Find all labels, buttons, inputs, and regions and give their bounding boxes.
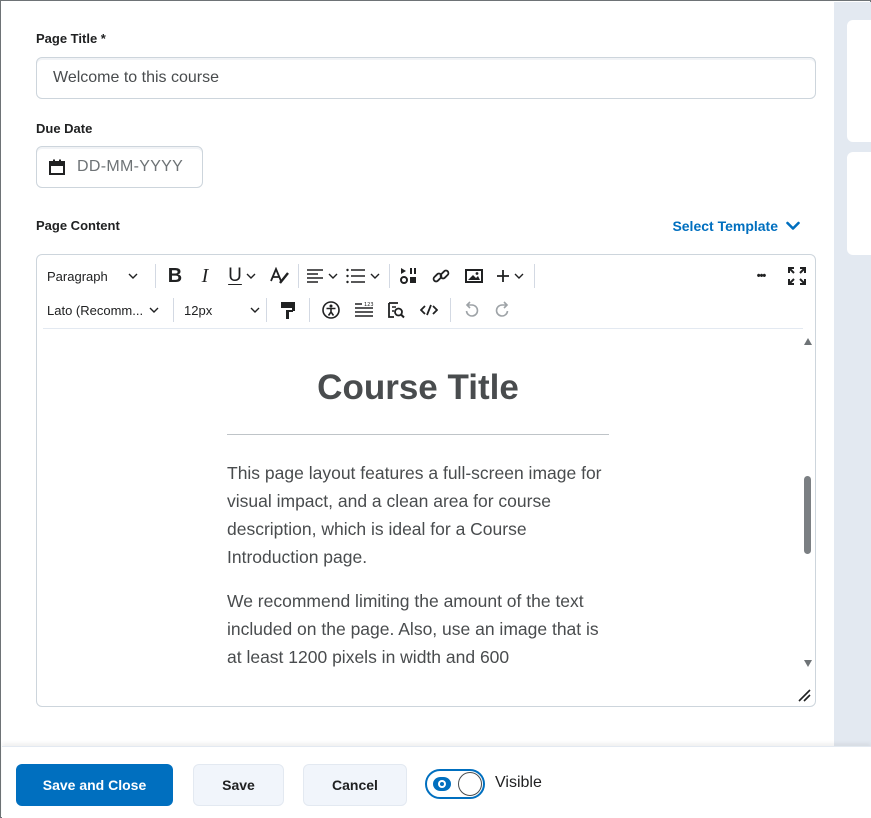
- editor-content[interactable]: Course Title This page layout features a…: [37, 330, 815, 706]
- editor-dialog: Page Title * Welcome to this course Due …: [0, 0, 871, 818]
- format-painter-icon[interactable]: [271, 294, 305, 326]
- toolbar-separator: [298, 264, 299, 288]
- format-select[interactable]: Paragraph: [37, 260, 151, 292]
- due-date-input[interactable]: DD-MM-YYYY: [36, 146, 203, 188]
- toolbar-separator: [534, 264, 535, 288]
- toolbar-divider: [43, 328, 803, 329]
- page-title-input[interactable]: Welcome to this course: [36, 57, 816, 99]
- chevron-down-icon: [328, 273, 338, 279]
- underline-label: U: [228, 265, 242, 286]
- rich-text-editor: Paragraph B I U ••• Lato (Recomm... 12px…: [36, 254, 816, 707]
- toolbar-separator: [173, 298, 174, 322]
- align-icon[interactable]: [303, 260, 341, 292]
- toolbar-separator: [389, 264, 390, 288]
- toggle-knob: [458, 772, 482, 796]
- due-date-placeholder: DD-MM-YYYY: [77, 158, 184, 175]
- size-select-label: 12px: [184, 302, 213, 318]
- source-code-icon[interactable]: [412, 294, 446, 326]
- undo-icon[interactable]: [455, 294, 487, 326]
- chevron-down-icon: [786, 221, 800, 230]
- cancel-button[interactable]: Cancel: [303, 764, 407, 806]
- heading-rule: [227, 434, 609, 435]
- chevron-down-icon: [250, 307, 260, 313]
- save-button[interactable]: Save: [193, 764, 284, 806]
- select-template-button[interactable]: Select Template: [672, 218, 800, 234]
- svg-text:123: 123: [364, 302, 374, 308]
- format-select-label: Paragraph: [47, 268, 108, 284]
- link-icon[interactable]: [424, 260, 458, 292]
- chevron-down-icon: [370, 273, 380, 279]
- font-select-label: Lato (Recomm...: [47, 302, 144, 318]
- scroll-up-arrow-icon[interactable]: [804, 338, 812, 345]
- toolbar-row-2: Lato (Recomm... 12px 123: [37, 292, 815, 328]
- resize-handle-icon[interactable]: [797, 688, 811, 702]
- due-date-label: Due Date: [36, 121, 93, 136]
- underline-button[interactable]: U: [220, 260, 264, 292]
- select-template-label: Select Template: [672, 218, 778, 234]
- bold-button[interactable]: B: [160, 260, 190, 292]
- calendar-icon: [49, 159, 65, 180]
- content-paragraph: This page layout features a full-screen …: [227, 463, 602, 567]
- toolbar-separator: [309, 298, 310, 322]
- list-icon[interactable]: [341, 260, 385, 292]
- chevron-down-icon: [246, 273, 256, 279]
- editor-scrollbar[interactable]: [801, 330, 815, 670]
- font-select[interactable]: Lato (Recomm...: [37, 294, 169, 326]
- italic-button[interactable]: I: [190, 260, 220, 292]
- scroll-thumb[interactable]: [804, 476, 811, 554]
- size-select[interactable]: 12px: [178, 294, 262, 326]
- chevron-down-icon: [128, 273, 138, 279]
- visible-label: Visible: [495, 774, 542, 791]
- content-paragraph: We recommend limiting the amount of the …: [227, 591, 599, 667]
- visibility-toggle[interactable]: [425, 769, 485, 799]
- redo-icon[interactable]: [487, 294, 519, 326]
- image-icon[interactable]: [458, 260, 490, 292]
- fullscreen-icon[interactable]: [779, 260, 815, 292]
- accessibility-icon[interactable]: [314, 294, 348, 326]
- content-heading: Course Title: [317, 368, 519, 407]
- chevron-down-icon: [514, 273, 524, 279]
- right-side-panel: [834, 2, 871, 746]
- page-title-label: Page Title *: [36, 31, 106, 46]
- text-color-icon[interactable]: [264, 260, 294, 292]
- side-card: [847, 20, 871, 142]
- scroll-down-arrow-icon[interactable]: [804, 660, 812, 667]
- footer-bar: Save and Close Save Cancel Visible: [2, 746, 871, 818]
- word-count-icon[interactable]: 123: [348, 294, 380, 326]
- toolbar-separator: [266, 298, 267, 322]
- preview-icon[interactable]: [380, 294, 412, 326]
- page-content-label: Page Content: [36, 218, 120, 233]
- toolbar-separator: [450, 298, 451, 322]
- eye-icon: [433, 777, 451, 791]
- insert-icon[interactable]: [490, 260, 530, 292]
- chevron-down-icon: [149, 307, 159, 313]
- toolbar-separator: [155, 264, 156, 288]
- side-card: [847, 152, 871, 255]
- toolbar-row-1: Paragraph B I U •••: [37, 258, 815, 294]
- save-and-close-button[interactable]: Save and Close: [16, 764, 173, 806]
- more-icon[interactable]: •••: [743, 260, 779, 292]
- media-icon[interactable]: [394, 260, 424, 292]
